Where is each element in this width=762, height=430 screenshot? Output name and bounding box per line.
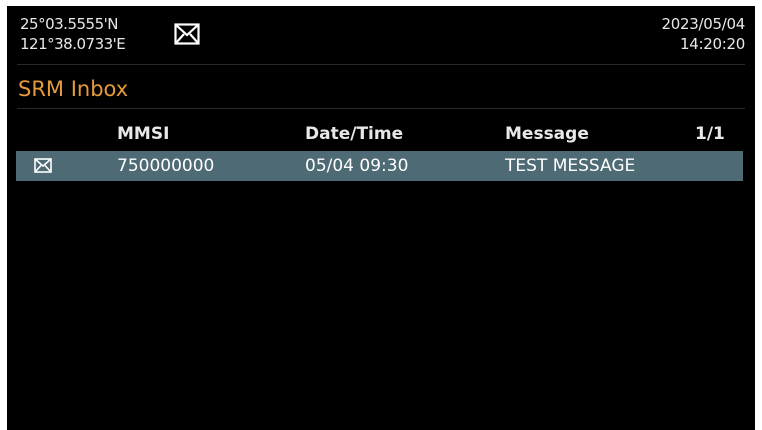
table-header: MMSI Date/Time Message 1/1 — [7, 122, 755, 148]
envelope-icon — [34, 158, 52, 173]
date: 2023/05/04 — [661, 15, 746, 33]
column-header-mmsi: MMSI — [117, 124, 170, 144]
time: 14:20:20 — [680, 35, 745, 53]
position-readout: 25°03.5555'N 121°38.0733'E — [20, 14, 126, 54]
title-divider — [17, 108, 745, 109]
page-indicator: 1/1 — [695, 124, 725, 144]
latitude: 25°03.5555'N — [20, 15, 118, 33]
table-row[interactable]: 750000000 05/04 09:30 TEST MESSAGE — [16, 151, 743, 181]
column-header-message: Message — [505, 124, 589, 144]
srm-inbox-screen: 25°03.5555'N 121°38.0733'E 2023/05/04 14… — [7, 6, 755, 430]
row-mmsi: 750000000 — [117, 156, 215, 176]
row-datetime: 05/04 09:30 — [305, 156, 409, 176]
header-divider — [17, 64, 745, 65]
page-title: SRM Inbox — [18, 77, 129, 101]
envelope-icon — [174, 23, 200, 45]
row-message: TEST MESSAGE — [505, 156, 636, 176]
status-bar: 25°03.5555'N 121°38.0733'E 2023/05/04 14… — [7, 6, 755, 64]
clock-readout: 2023/05/04 14:20:20 — [661, 14, 746, 54]
column-header-datetime: Date/Time — [305, 124, 404, 144]
longitude: 121°38.0733'E — [20, 35, 126, 53]
